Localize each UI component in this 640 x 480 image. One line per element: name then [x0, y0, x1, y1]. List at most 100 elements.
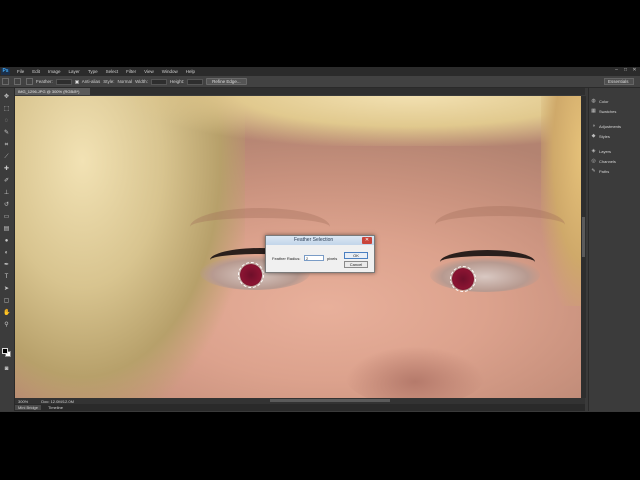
document-tab[interactable]: IMG_1296.JPG @ 300% (RGB/8*) [15, 88, 90, 95]
move-tool-icon[interactable]: ✥ [3, 94, 10, 100]
marquee-tool-icon[interactable]: ⬚ [3, 106, 10, 112]
document-tab-bar [15, 88, 585, 95]
zoom-level[interactable]: 300% [15, 399, 28, 404]
shape-tool-icon[interactable]: ▢ [3, 298, 10, 304]
width-label: Width: [135, 79, 148, 84]
feather-units-label: pixels [327, 256, 338, 261]
panel-label: Layers [599, 149, 612, 154]
panel-dock: ◍ Color ▦ Swatches ◑ Adjustments ◆ Style… [588, 88, 640, 411]
vertical-scroll-thumb[interactable] [582, 217, 585, 257]
feather-radius-input[interactable]: 2 [304, 255, 324, 261]
height-label: Height: [169, 79, 185, 84]
menu-layer[interactable]: Layer [65, 69, 84, 74]
right-eyebrow [435, 206, 565, 244]
options-bar: Feather: Anti-alias Style: Normal Width:… [0, 76, 640, 88]
height-input[interactable] [187, 78, 204, 85]
menu-bar: Ps File Edit Image Layer Type Select Fil… [0, 67, 640, 76]
menu-file[interactable]: File [13, 69, 28, 74]
zoom-tool-icon[interactable]: ⚲ [3, 322, 10, 328]
adjustments-icon: ◑ [591, 123, 596, 129]
blur-tool-icon[interactable]: ● [3, 238, 10, 244]
new-selection-icon[interactable] [14, 78, 21, 85]
quick-select-tool-icon[interactable]: ✎ [3, 130, 10, 136]
window-controls: – □ ✕ [614, 68, 637, 73]
style-label: Style: [103, 79, 115, 84]
width-input[interactable] [150, 78, 167, 85]
panel-color[interactable]: ◍ Color [591, 98, 639, 105]
panel-label: Styles [599, 134, 610, 139]
gradient-tool-icon[interactable]: ▤ [3, 226, 10, 232]
add-selection-icon[interactable] [26, 78, 33, 85]
nose-shadow [345, 346, 485, 398]
panel-paths[interactable]: ✎ Paths [591, 168, 639, 175]
styles-icon: ◆ [591, 133, 596, 139]
feather-label: Feather: [36, 79, 53, 84]
crop-tool-icon[interactable]: ⌗ [3, 142, 10, 148]
panel-swatches[interactable]: ▦ Swatches [591, 108, 639, 115]
panel-label: Swatches [599, 109, 617, 114]
dialog-title: Feather Selection [294, 237, 334, 243]
tab-timeline[interactable]: Timeline [45, 405, 66, 410]
panel-adjustments[interactable]: ◑ Adjustments [591, 123, 639, 130]
type-tool-icon[interactable]: T [3, 274, 10, 280]
panel-channels[interactable]: ◎ Channels [591, 158, 639, 165]
photoshop-window: Ps File Edit Image Layer Type Select Fil… [0, 67, 640, 412]
menu-type[interactable]: Type [84, 69, 102, 74]
clone-stamp-tool-icon[interactable]: ⊥ [3, 190, 10, 196]
pen-tool-icon[interactable]: ✒ [3, 262, 10, 268]
maximize-icon[interactable]: □ [623, 68, 628, 73]
swatches-icon: ▦ [591, 108, 596, 114]
eraser-tool-icon[interactable]: ▭ [3, 214, 10, 220]
close-icon[interactable]: ✕ [632, 68, 637, 73]
right-selection-marquee [450, 266, 476, 292]
style-select[interactable]: Normal [118, 79, 133, 84]
panel-label: Paths [599, 169, 610, 174]
refine-edge-button[interactable]: Refine Edge... [206, 78, 247, 85]
lasso-tool-icon[interactable]: ◌ [3, 118, 10, 124]
workspace-select[interactable]: Essentials [604, 78, 634, 85]
feather-selection-dialog: Feather Selection ✕ Feather Radius: 2 pi… [265, 235, 375, 273]
feather-input[interactable] [55, 78, 72, 85]
menu-filter[interactable]: Filter [122, 69, 140, 74]
anti-alias-label: Anti-alias [81, 79, 101, 84]
healing-tool-icon[interactable]: ✚ [3, 166, 10, 172]
anti-alias-checkbox[interactable] [74, 79, 79, 84]
panel-label: Adjustments [599, 124, 622, 129]
minimize-icon[interactable]: – [614, 68, 619, 73]
dialog-titlebar[interactable]: Feather Selection ✕ [266, 236, 374, 245]
eyedropper-tool-icon[interactable]: ⟋ [3, 154, 10, 160]
marquee-preset-icon[interactable] [2, 78, 9, 85]
hand-tool-icon[interactable]: ✋ [3, 310, 10, 316]
panel-label: Color [599, 99, 609, 104]
menu-edit[interactable]: Edit [28, 69, 44, 74]
horizontal-scroll-thumb[interactable] [270, 399, 390, 402]
path-select-tool-icon[interactable]: ➤ [3, 286, 10, 292]
photoshop-logo: Ps [1, 68, 10, 75]
channels-icon: ◎ [591, 158, 596, 164]
left-selection-marquee [238, 262, 264, 288]
hair-top [135, 96, 581, 146]
ok-button[interactable]: OK [344, 252, 368, 259]
dodge-tool-icon[interactable]: ◐ [3, 250, 10, 256]
menu-view[interactable]: View [140, 69, 158, 74]
menu-window[interactable]: Window [158, 69, 182, 74]
panel-layers[interactable]: ◈ Layers [591, 148, 639, 155]
cancel-button[interactable]: Cancel [344, 261, 368, 268]
menu-help[interactable]: Help [182, 69, 199, 74]
tab-mini-bridge[interactable]: Mini Bridge [15, 405, 42, 410]
brush-tool-icon[interactable]: ✐ [3, 178, 10, 184]
doc-info: Doc: 12.0M/12.0M [41, 398, 74, 404]
close-icon[interactable]: ✕ [362, 237, 372, 244]
panel-styles[interactable]: ◆ Styles [591, 133, 639, 140]
panel-label: Channels [599, 159, 616, 164]
feather-radius-label: Feather Radius: [272, 256, 301, 261]
hair-right [541, 96, 581, 306]
menu-image[interactable]: Image [44, 69, 65, 74]
layers-icon: ◈ [591, 148, 596, 154]
history-brush-tool-icon[interactable]: ↺ [3, 202, 10, 208]
menu-select[interactable]: Select [102, 69, 123, 74]
foreground-color-swatch[interactable] [2, 348, 8, 354]
bottom-panel-tabs: Mini Bridge Timeline [15, 404, 585, 411]
palette-icon: ◍ [591, 98, 596, 104]
quick-mask-icon[interactable]: ◙ [3, 366, 10, 372]
